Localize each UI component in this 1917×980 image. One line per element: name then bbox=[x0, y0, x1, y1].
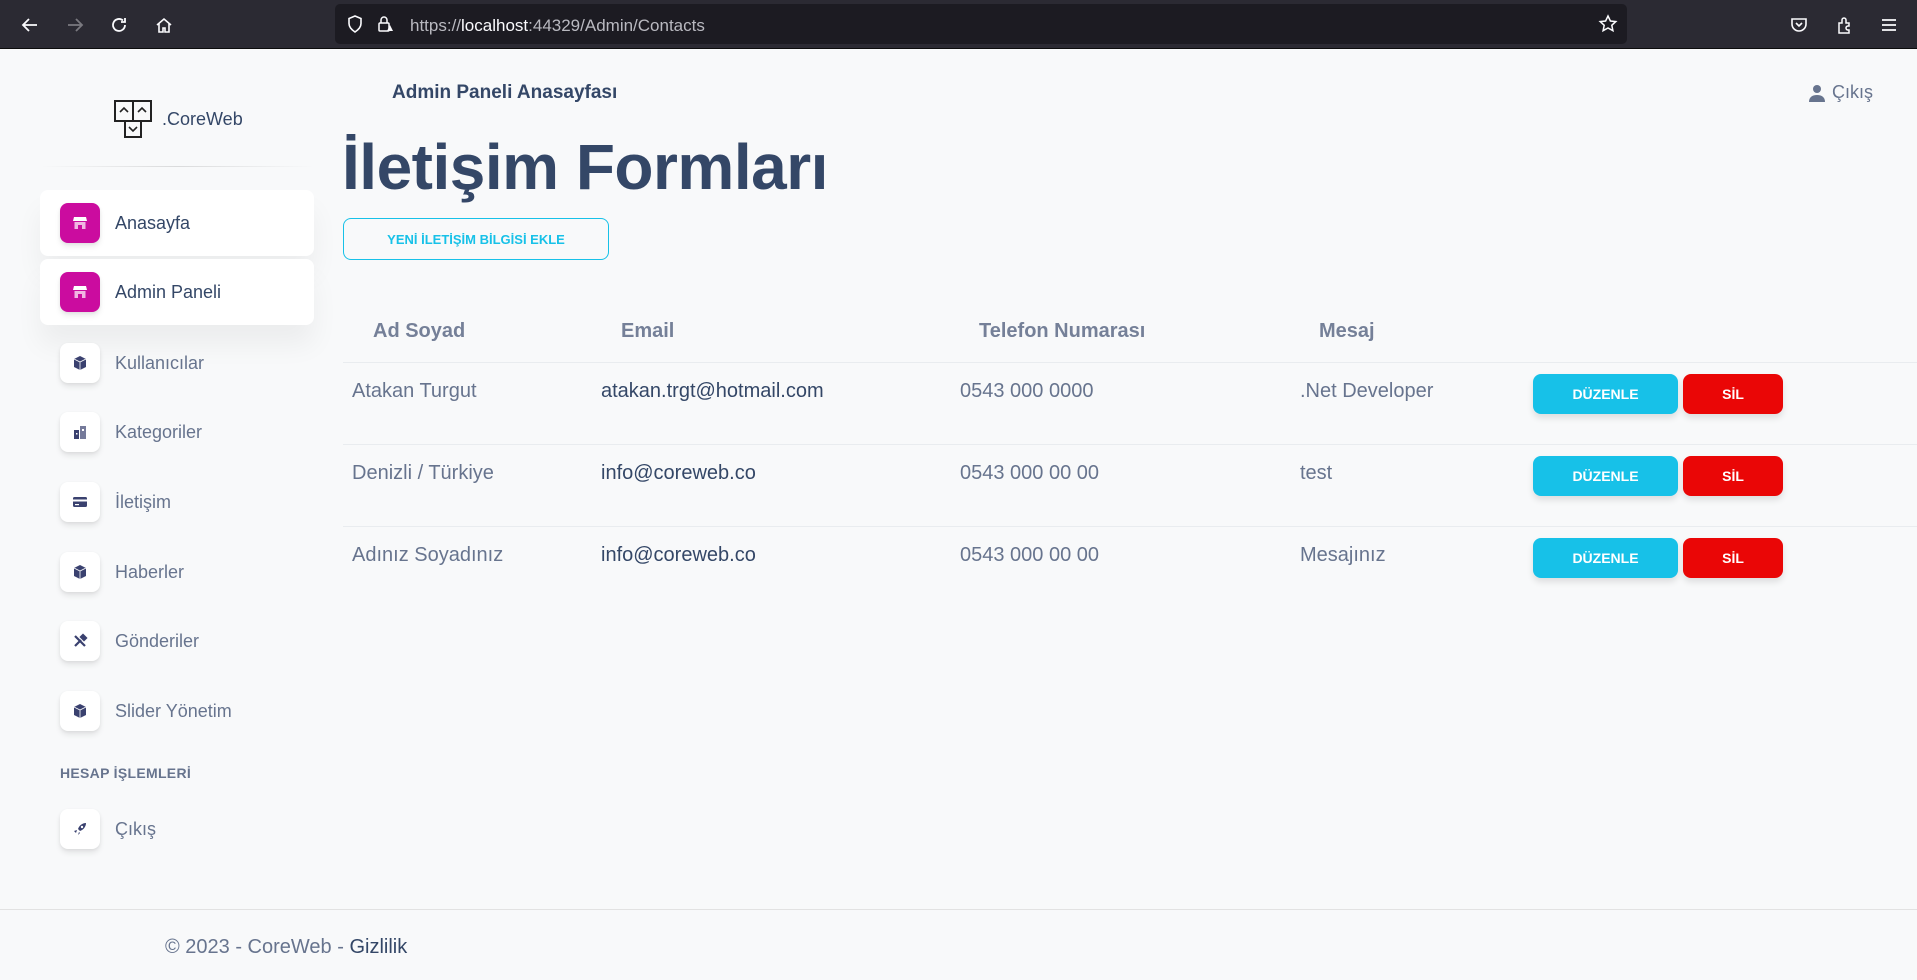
url-path: :44329/Admin/Contacts bbox=[528, 16, 705, 35]
office-icon bbox=[60, 412, 100, 452]
rocket-icon bbox=[60, 809, 100, 849]
edit-button[interactable]: DÜZENLE bbox=[1533, 538, 1678, 578]
back-icon[interactable] bbox=[17, 12, 43, 38]
url-text[interactable]: https://localhost:44329/Admin/Contacts bbox=[410, 16, 705, 36]
shield-icon[interactable] bbox=[345, 14, 365, 34]
table-row: Adınız Soyadınız info@coreweb.co 0543 00… bbox=[343, 527, 1917, 609]
url-scheme: https:// bbox=[410, 16, 462, 35]
shop-icon bbox=[60, 203, 100, 243]
shop-icon bbox=[60, 272, 100, 312]
forward-icon[interactable] bbox=[62, 12, 88, 38]
box-icon bbox=[60, 691, 100, 731]
cell-email: info@coreweb.co bbox=[601, 544, 756, 566]
sidebar-item-kullanicilar[interactable]: Kullanıcılar bbox=[40, 330, 314, 396]
cell-email: info@coreweb.co bbox=[601, 462, 756, 484]
footer-divider bbox=[0, 909, 1917, 910]
logout-label: Çıkış bbox=[1832, 82, 1874, 102]
sidebar-item-haberler[interactable]: Haberler bbox=[40, 539, 314, 605]
sidebar-item-label: Slider Yönetim bbox=[115, 700, 232, 721]
edit-button[interactable]: DÜZENLE bbox=[1533, 374, 1678, 414]
cell-message: test bbox=[1300, 462, 1333, 484]
cell-name: Atakan Turgut bbox=[352, 380, 477, 402]
sidebar-divider bbox=[40, 166, 314, 167]
brand-name: .CoreWeb bbox=[162, 108, 243, 129]
delete-button[interactable]: SİL bbox=[1683, 374, 1783, 414]
sidebar-item-label: Kategoriler bbox=[115, 421, 203, 442]
sidebar-item-cikis[interactable]: Çıkış bbox=[40, 796, 314, 862]
sidebar-item-admin-paneli[interactable]: Admin Paneli bbox=[40, 259, 314, 325]
sidebar-item-label: İletişim bbox=[115, 491, 172, 512]
cell-email: atakan.trgt@hotmail.com bbox=[601, 380, 824, 402]
cell-message: Mesajınız bbox=[1300, 544, 1386, 566]
edit-button[interactable]: DÜZENLE bbox=[1533, 456, 1678, 496]
delete-button[interactable]: SİL bbox=[1683, 456, 1783, 496]
cell-name: Denizli / Türkiye bbox=[352, 462, 494, 484]
sidebar-item-anasayfa[interactable]: Anasayfa bbox=[40, 190, 314, 256]
sidebar-item-label: Gönderiler bbox=[115, 630, 200, 651]
table-header: Ad Soyad Email Telefon Numarası Mesaj bbox=[343, 300, 1917, 363]
brand[interactable]: .CoreWeb bbox=[114, 100, 243, 138]
menu-icon[interactable] bbox=[1876, 12, 1902, 38]
pocket-icon[interactable] bbox=[1786, 12, 1812, 38]
browser-toolbar: https://localhost:44329/Admin/Contacts bbox=[0, 0, 1917, 49]
user-icon bbox=[1809, 84, 1825, 102]
url-host: localhost bbox=[461, 16, 529, 35]
sidebar-section-title: HESAP İŞLEMLERİ bbox=[60, 765, 192, 781]
footer-copyright: © 2023 - CoreWeb - bbox=[165, 936, 350, 958]
column-header-name: Ad Soyad bbox=[373, 320, 466, 342]
footer: © 2023 - CoreWeb - Gizlilik bbox=[165, 936, 407, 959]
insecure-lock-icon[interactable] bbox=[375, 14, 395, 34]
logout-link[interactable]: Çıkış bbox=[1809, 82, 1873, 103]
sidebar-item-iletisim[interactable]: İletişim bbox=[40, 469, 314, 535]
coreweb-logo-icon bbox=[114, 100, 152, 138]
cell-phone: 0543 000 0000 bbox=[960, 380, 1094, 402]
address-bar[interactable]: https://localhost:44329/Admin/Contacts bbox=[335, 4, 1627, 44]
cell-name: Adınız Soyadınız bbox=[352, 544, 504, 566]
sidebar-item-label: Haberler bbox=[115, 561, 185, 582]
table-row: Denizli / Türkiye info@coreweb.co 0543 0… bbox=[343, 445, 1917, 527]
home-icon[interactable] bbox=[151, 12, 177, 38]
cell-phone: 0543 000 00 00 bbox=[960, 462, 1100, 484]
sidebar-item-label: Kullanıcılar bbox=[115, 352, 205, 373]
delete-button[interactable]: SİL bbox=[1683, 538, 1783, 578]
sidebar-item-gonderiler[interactable]: Gönderiler bbox=[40, 608, 314, 674]
sidebar-item-label: Anasayfa bbox=[115, 212, 191, 233]
cell-phone: 0543 000 00 00 bbox=[960, 544, 1100, 566]
column-header-email: Email bbox=[621, 320, 675, 342]
sidebar-item-kategoriler[interactable]: Kategoriler bbox=[40, 399, 314, 465]
reload-icon[interactable] bbox=[106, 12, 132, 38]
page-title: İletişim Formları bbox=[342, 131, 828, 203]
sidebar-item-label: Çıkış bbox=[115, 818, 157, 839]
sidebar-item-slider-yonetim[interactable]: Slider Yönetim bbox=[40, 678, 314, 744]
privacy-link[interactable]: Gizlilik bbox=[349, 936, 407, 958]
box-icon bbox=[60, 343, 100, 383]
column-header-phone: Telefon Numarası bbox=[979, 320, 1146, 342]
table-row: Atakan Turgut atakan.trgt@hotmail.com 05… bbox=[343, 363, 1917, 445]
bookmark-star-icon[interactable] bbox=[1598, 14, 1618, 34]
extensions-icon[interactable] bbox=[1832, 12, 1858, 38]
tools-icon bbox=[60, 621, 100, 661]
sidebar-item-label: Admin Paneli bbox=[115, 281, 222, 302]
credit-card-icon bbox=[60, 482, 100, 522]
topbar-title[interactable]: Admin Paneli Anasayfası bbox=[392, 82, 617, 104]
add-contact-button[interactable]: YENİ İLETİŞİM BİLGİSİ EKLE bbox=[343, 218, 609, 260]
column-header-message: Mesaj bbox=[1319, 320, 1375, 342]
box-icon bbox=[60, 552, 100, 592]
cell-message: .Net Developer bbox=[1300, 380, 1434, 402]
